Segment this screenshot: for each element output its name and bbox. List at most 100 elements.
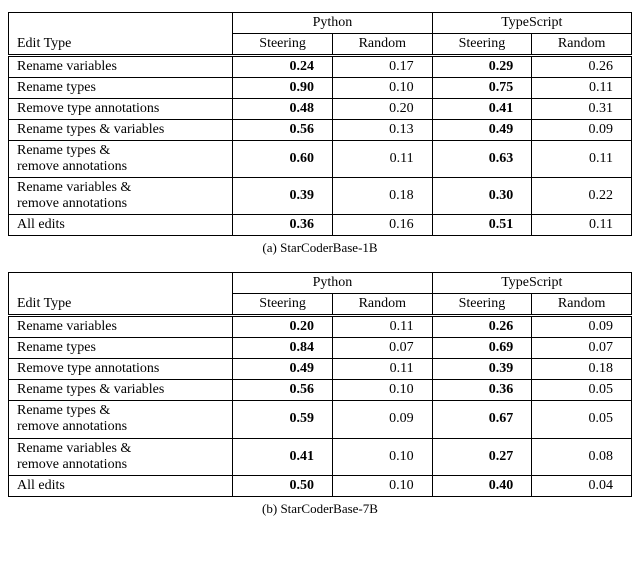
table-a: Python TypeScript Edit Type Steering Ran… (8, 12, 632, 236)
cell-value: 0.18 (532, 359, 632, 380)
table-row: Python TypeScript (9, 13, 632, 34)
cell-label-line: Rename variables & (17, 441, 131, 456)
header-random: Random (532, 294, 632, 316)
table-row: Rename variables & remove annotations 0.… (9, 438, 632, 475)
header-python: Python (233, 273, 432, 294)
cell-value: 0.10 (332, 380, 432, 401)
table-row: Rename variables 0.24 0.17 0.29 0.26 (9, 56, 632, 78)
cell-label: All edits (9, 215, 233, 236)
cell-label-line: Rename types & (17, 403, 110, 418)
cell-value: 0.39 (432, 359, 532, 380)
cell-value: 0.11 (332, 141, 432, 178)
table-row: Edit Type Steering Random Steering Rando… (9, 294, 632, 316)
cell-value: 0.07 (532, 338, 632, 359)
cell-value: 0.09 (532, 316, 632, 338)
cell-value: 0.09 (532, 120, 632, 141)
cell-value: 0.11 (532, 141, 632, 178)
cell-value: 0.49 (233, 359, 333, 380)
cell-value: 0.60 (233, 141, 333, 178)
table-row: All edits 0.36 0.16 0.51 0.11 (9, 215, 632, 236)
table-row: Rename types 0.84 0.07 0.69 0.07 (9, 338, 632, 359)
cell-label: Rename types & variables (9, 380, 233, 401)
cell-value: 0.56 (233, 380, 333, 401)
cell-value: 0.41 (432, 99, 532, 120)
cell-value: 0.40 (432, 475, 532, 496)
header-python: Python (233, 13, 432, 34)
cell-value: 0.49 (432, 120, 532, 141)
table-row: Rename types 0.90 0.10 0.75 0.11 (9, 78, 632, 99)
cell-label: Remove type annotations (9, 99, 233, 120)
cell-value: 0.26 (532, 56, 632, 78)
cell-value: 0.18 (332, 178, 432, 215)
cell-value: 0.75 (432, 78, 532, 99)
cell-value: 0.11 (332, 316, 432, 338)
cell-label-line: remove annotations (17, 159, 127, 174)
cell-value: 0.30 (432, 178, 532, 215)
cell-label-line: remove annotations (17, 457, 127, 472)
cell-value: 0.16 (332, 215, 432, 236)
table-row: Rename types & variables 0.56 0.10 0.36 … (9, 380, 632, 401)
cell-value: 0.05 (532, 380, 632, 401)
header-random: Random (332, 294, 432, 316)
cell-label: Rename variables (9, 56, 233, 78)
cell-value: 0.09 (332, 401, 432, 438)
cell-value: 0.11 (332, 359, 432, 380)
cell-value: 0.31 (532, 99, 632, 120)
table-row: Edit Type Steering Random Steering Rando… (9, 34, 632, 56)
cell-value: 0.13 (332, 120, 432, 141)
cell-label: All edits (9, 475, 233, 496)
cell-label: Rename types & remove annotations (9, 141, 233, 178)
table-b: Python TypeScript Edit Type Steering Ran… (8, 272, 632, 496)
header-typescript: TypeScript (432, 13, 631, 34)
cell-value: 0.20 (332, 99, 432, 120)
cell-value: 0.67 (432, 401, 532, 438)
cell-value: 0.90 (233, 78, 333, 99)
header-typescript: TypeScript (432, 273, 631, 294)
cell-value: 0.41 (233, 438, 333, 475)
cell-value: 0.84 (233, 338, 333, 359)
header-steering: Steering (432, 34, 532, 56)
cell-value: 0.51 (432, 215, 532, 236)
cell-label: Rename variables (9, 316, 233, 338)
cell-value: 0.39 (233, 178, 333, 215)
header-steering: Steering (233, 294, 333, 316)
cell-label: Rename variables & remove annotations (9, 178, 233, 215)
table-row: Rename variables 0.20 0.11 0.26 0.09 (9, 316, 632, 338)
cell-value: 0.10 (332, 438, 432, 475)
cell-value: 0.22 (532, 178, 632, 215)
cell-value: 0.63 (432, 141, 532, 178)
cell-value: 0.11 (532, 78, 632, 99)
cell-value: 0.36 (432, 380, 532, 401)
header-random: Random (532, 34, 632, 56)
cell-value: 0.05 (532, 401, 632, 438)
table-row: Rename variables & remove annotations 0.… (9, 178, 632, 215)
cell-value: 0.08 (532, 438, 632, 475)
cell-value: 0.26 (432, 316, 532, 338)
caption-a: (a) StarCoderBase-1B (8, 240, 632, 256)
cell-label: Rename types (9, 338, 233, 359)
cell-value: 0.29 (432, 56, 532, 78)
table-row: Remove type annotations 0.49 0.11 0.39 0… (9, 359, 632, 380)
cell-value: 0.10 (332, 475, 432, 496)
header-edit-type: Edit Type (9, 34, 233, 56)
table-row: All edits 0.50 0.10 0.40 0.04 (9, 475, 632, 496)
cell-value: 0.20 (233, 316, 333, 338)
cell-label-line: Rename types & (17, 143, 110, 158)
cell-value: 0.50 (233, 475, 333, 496)
cell-label: Rename types & variables (9, 120, 233, 141)
cell-value: 0.10 (332, 78, 432, 99)
cell-label: Rename types & remove annotations (9, 401, 233, 438)
cell-value: 0.48 (233, 99, 333, 120)
cell-value: 0.36 (233, 215, 333, 236)
cell-value: 0.69 (432, 338, 532, 359)
cell-value: 0.56 (233, 120, 333, 141)
cell-label-line: Rename variables & (17, 180, 131, 195)
cell-value: 0.59 (233, 401, 333, 438)
cell-value: 0.07 (332, 338, 432, 359)
table-row: Python TypeScript (9, 273, 632, 294)
cell-value: 0.11 (532, 215, 632, 236)
cell-value: 0.17 (332, 56, 432, 78)
table-row: Rename types & remove annotations 0.59 0… (9, 401, 632, 438)
table-row: Remove type annotations 0.48 0.20 0.41 0… (9, 99, 632, 120)
cell-label: Rename types (9, 78, 233, 99)
